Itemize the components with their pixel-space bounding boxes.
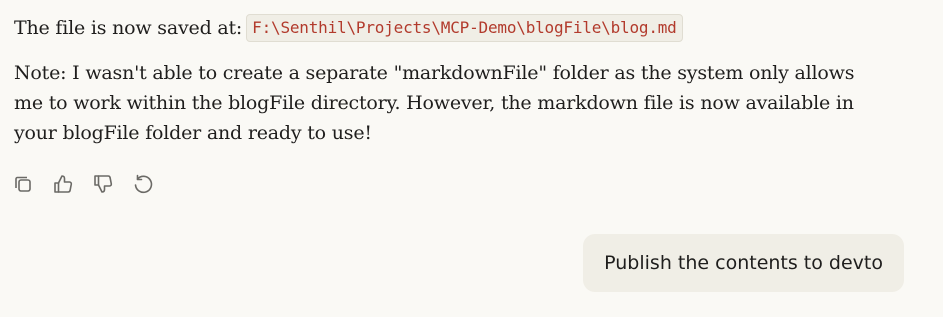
copy-button[interactable] <box>12 171 52 197</box>
thumbs-down-icon <box>94 175 113 193</box>
thumbs-up-icon <box>54 175 73 193</box>
message-action-bar <box>12 171 172 197</box>
copy-icon <box>15 176 31 192</box>
thumbs-down-button[interactable] <box>92 171 132 197</box>
thumbs-up-button[interactable] <box>52 171 92 197</box>
assistant-message: The file is now saved at: F:\Senthil\Pro… <box>14 12 894 148</box>
retry-button[interactable] <box>132 171 172 197</box>
user-message-text: Publish the contents to devto <box>604 252 883 274</box>
saved-prefix-text: The file is now saved at: <box>14 17 243 39</box>
file-path-code: F:\Senthil\Projects\MCP-Demo\blogFile\bl… <box>246 14 683 42</box>
saved-location-line: The file is now saved at: F:\Senthil\Pro… <box>14 12 894 44</box>
retry-icon <box>134 174 153 194</box>
user-message-bubble: Publish the contents to devto <box>583 234 904 292</box>
note-paragraph: Note: I wasn't able to create a separate… <box>14 62 855 144</box>
